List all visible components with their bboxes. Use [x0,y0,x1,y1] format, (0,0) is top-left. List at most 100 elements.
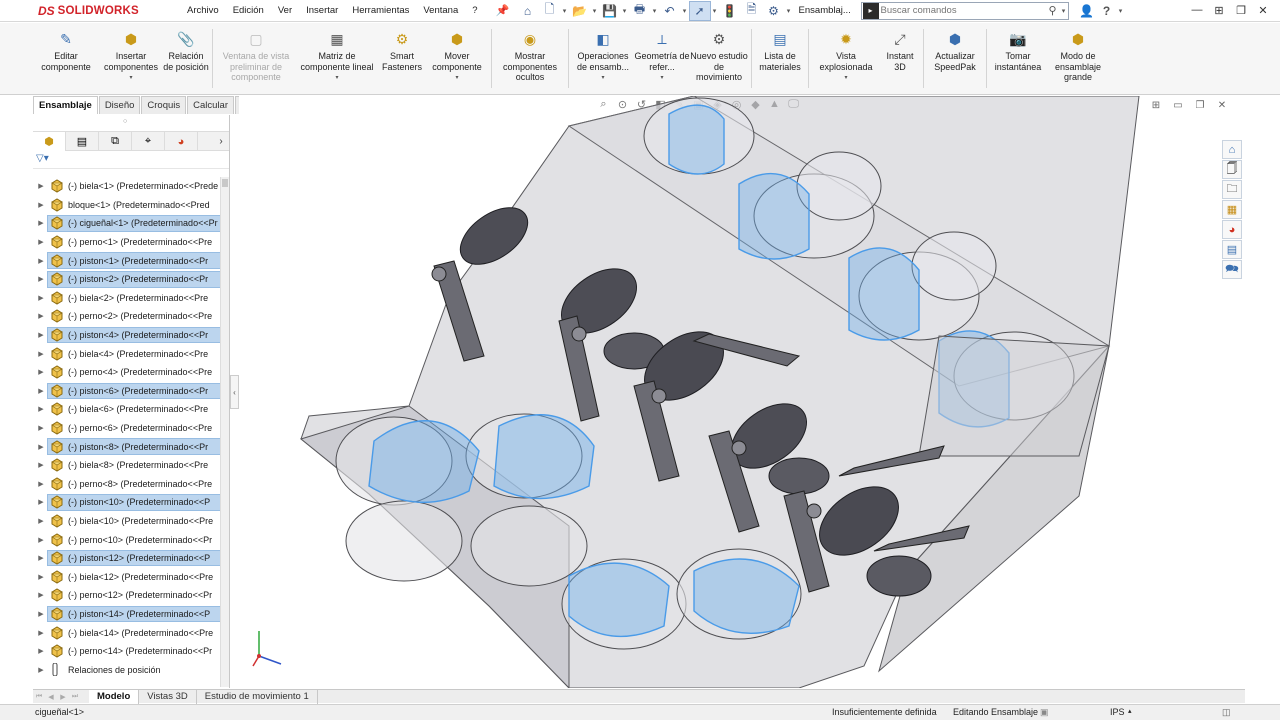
display-manager-tab-icon[interactable]: ◕ [165,132,198,151]
appearances-icon[interactable]: ◕ [1222,220,1242,239]
expand-arrow-icon[interactable]: ▶ [35,350,47,358]
command-tab[interactable]: Diseño [98,96,141,114]
save-dropdown[interactable]: ▾ [621,7,629,15]
panel-grip-icon[interactable]: ○ [123,118,127,125]
tree-item[interactable]: ▶ (-) piston<1> (Predeterminado<<Pr [33,251,230,270]
tree-item[interactable]: ▶ (-) piston<2> (Predeterminado<<Pr [33,270,230,289]
feature-manager-tab-icon[interactable]: ⬢ [33,132,66,151]
tree-item[interactable]: ▶ (-) biela<2> (Predeterminado<<Pre [33,289,230,308]
expand-arrow-icon[interactable]: ▶ [35,443,47,451]
tree-item[interactable]: ▶ (-) perno<6> (Predeterminado<<Pre [33,419,230,438]
tree-item[interactable]: ▶ bloque<1> (Predeterminado<<Pred [33,196,230,215]
expand-arrow-icon[interactable]: ▶ [35,368,47,376]
ribbon-button[interactable]: ⬢ Insertar componentes ▾ [99,23,163,94]
tree-item[interactable]: ▶ (-) biela<10> (Predeterminado<<Pre [33,512,230,531]
expand-arrow-icon[interactable]: ▶ [35,257,47,265]
first-tab-icon[interactable]: ⏮ [33,693,45,701]
chevron-down-icon[interactable]: ▾ [335,73,338,84]
tree-item[interactable]: ▶ (-) piston<6> (Predeterminado<<Pr [33,382,230,401]
ribbon-button[interactable]: ⚙ Smart Fasteners [378,23,426,94]
expand-arrow-icon[interactable]: ▶ [35,238,47,246]
tree-item[interactable]: ▶ (-) perno<2> (Predeterminado<<Pre [33,307,230,326]
tree-item[interactable]: ▶ (-) cigueñal<1> (Predeterminado<<Pr [33,214,230,233]
menu-item[interactable]: Edición [226,0,271,22]
scroll-thumb[interactable] [222,179,228,187]
ribbon-button[interactable]: ⬢ Modo de ensamblaje grande [1046,23,1110,94]
rebuild-icon[interactable]: 🚦 [719,1,741,21]
expand-arrow-icon[interactable]: ▶ [35,201,47,209]
more-tabs-icon[interactable]: › [213,132,229,150]
save-icon[interactable]: 💾 [599,1,621,21]
solidworks-resources-icon[interactable]: ⌂ [1222,140,1242,159]
menu-item[interactable]: Ventana [416,0,465,22]
user-icon[interactable]: 👤 [1077,4,1097,18]
expand-arrow-icon[interactable]: ▶ [35,219,47,227]
filter-icon[interactable]: ▽▾ [33,153,229,169]
search-icon[interactable]: ⚲ [1048,4,1056,17]
menu-item[interactable]: ? [465,0,484,22]
expand-arrow-icon[interactable]: ▶ [35,573,47,581]
tree-item[interactable]: ▶ (-) perno<8> (Predeterminado<<Pre [33,475,230,494]
command-tab[interactable]: Calcular [187,96,234,114]
expand-arrow-icon[interactable]: ▶ [35,554,47,562]
ribbon-button[interactable]: ◧ Operaciones de ensamb... ▾ [572,23,634,94]
tree-item[interactable]: ▶ (-) piston<8> (Predeterminado<<Pr [33,437,230,456]
pin-menu-icon[interactable]: 📌 [495,4,511,17]
print-dropdown[interactable]: ▾ [651,7,659,15]
tree-item[interactable]: ▶ (-) piston<4> (Predeterminado<<Pr [33,326,230,345]
ribbon-button[interactable]: 📷 Tomar instantánea [990,23,1046,94]
units-dropdown[interactable]: ▴ [1128,707,1132,715]
ribbon-button[interactable]: ⟂ Geometría de refer... ▾ [634,23,690,94]
forum-icon[interactable]: 🗪 [1222,260,1242,279]
tree-item[interactable]: ▶ (-) perno<10> (Predeterminado<<Pr [33,530,230,549]
chevron-down-icon[interactable]: ▾ [129,73,132,84]
bottom-tab[interactable]: Modelo [89,689,140,704]
new-dropdown[interactable]: ▾ [561,7,569,15]
prev-tab-icon[interactable]: ◀ [45,693,57,701]
expand-arrow-icon[interactable]: ▶ [35,517,47,525]
home-icon[interactable]: ⌂ [517,1,539,21]
app-logo[interactable]: DS SOLIDWORKS [0,0,180,22]
minimize-icon[interactable]: — [1186,4,1208,17]
new-document-icon[interactable]: 🗋 [539,1,561,21]
ribbon-button[interactable]: 📎 Relación de posición [163,23,209,94]
ribbon-button[interactable]: ⤢ Instant 3D [880,23,920,94]
ribbon-button[interactable]: ▤ Lista de materiales [755,23,805,94]
ribbon-button[interactable]: ▦ Matriz de componente lineal ▾ [296,23,378,94]
select-arrow-icon[interactable]: ➚ [688,0,711,21]
select-dropdown[interactable]: ▾ [711,7,719,15]
menu-item[interactable]: Archivo [180,0,226,22]
command-search[interactable]: ▸ ⚲ ▾ [860,1,1069,20]
close-icon[interactable]: ✕ [1252,4,1274,17]
expand-arrow-icon[interactable]: ▶ [35,312,47,320]
chevron-down-icon[interactable]: ▾ [844,73,847,84]
panel-splitter-handle[interactable]: ‹ [230,375,239,409]
tree-item[interactable]: ▶ (-) biela<14> (Predeterminado<<Pre [33,623,230,642]
ribbon-button[interactable]: ◉ Mostrar componentes ocultos [495,23,565,94]
design-library-icon[interactable]: 🗍 [1222,160,1242,179]
next-tab-icon[interactable]: ▶ [57,693,69,701]
command-tab[interactable]: Ensamblaje [33,96,98,114]
chevron-down-icon[interactable]: ▾ [660,73,663,84]
tree-item[interactable]: ▶ (-) perno<4> (Predeterminado<<Pre [33,363,230,382]
expand-arrow-icon[interactable]: ▶ [35,405,47,413]
configuration-manager-tab-icon[interactable]: ⧉ [99,132,132,151]
engine-assembly-model[interactable] [239,96,1245,688]
tree-item[interactable]: ▶ (-) perno<12> (Predeterminado<<Pr [33,586,230,605]
tree-item[interactable]: ▶ (-) piston<10> (Predeterminado<<P [33,493,230,512]
menu-item[interactable]: Insertar [299,0,345,22]
expand-arrow-icon[interactable]: ▶ [35,536,47,544]
file-explorer-icon[interactable]: 🗀 [1222,180,1242,199]
search-scope-icon[interactable]: ▸ [862,2,879,19]
ribbon-button[interactable]: ⬢ Mover componente ▾ [426,23,488,94]
expand-arrow-icon[interactable]: ▶ [35,424,47,432]
chevron-down-icon[interactable]: ▾ [601,73,604,84]
status-custom-icon[interactable]: ▣ [1040,707,1049,718]
expand-arrow-icon[interactable]: ▶ [35,331,47,339]
search-input[interactable] [880,5,1041,16]
status-tooltip-icon[interactable]: ◫ [1222,707,1231,718]
open-folder-icon[interactable]: 📂 [569,1,591,21]
expand-arrow-icon[interactable]: ▶ [35,591,47,599]
expand-arrow-icon[interactable]: ▶ [35,666,47,674]
bottom-tab[interactable]: Estudio de movimiento 1 [197,689,318,704]
